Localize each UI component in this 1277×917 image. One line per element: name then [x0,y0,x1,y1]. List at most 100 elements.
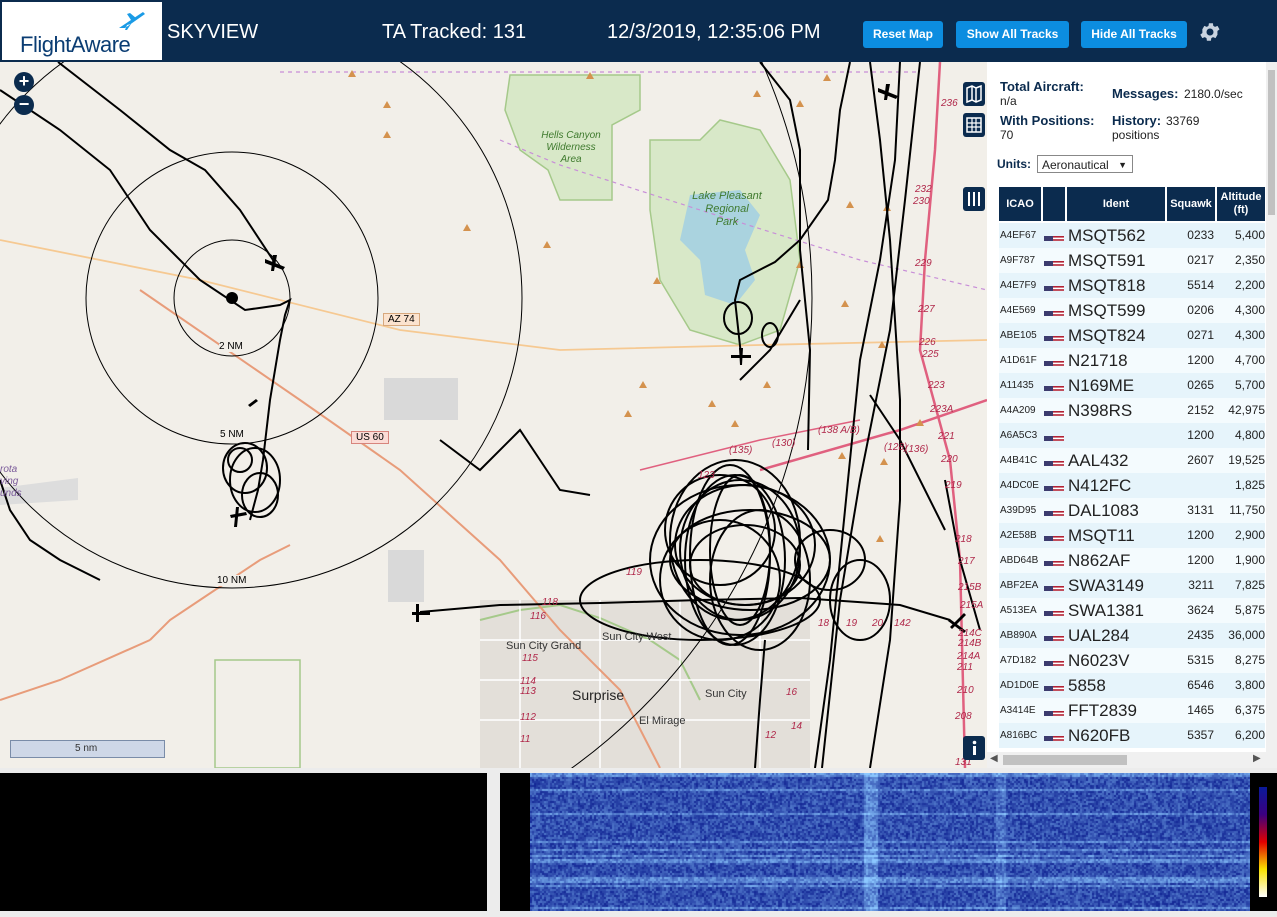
scroll-left-icon[interactable]: ◀ [990,753,998,764]
panel-vertical-scrollbar[interactable] [1266,62,1277,752]
altitude-cell: 7,825 [1234,578,1265,592]
table-row[interactable]: A1D61F N21718 1200 4,700 [999,348,1265,373]
squawk-cell: 5315 [1187,653,1214,667]
altitude-cell: 2,900 [1234,528,1265,542]
us-flag-icon [1044,605,1066,616]
flightaware-logo[interactable]: FlightAware [2,2,162,60]
icao-cell: A4DC0E [1000,480,1039,491]
us-flag-icon [1044,380,1066,391]
table-row[interactable]: A3414E FFT2839 1465 6,375 [999,698,1265,723]
table-row[interactable]: ABD64B N862AF 1200 1,900 [999,548,1265,573]
icao-cell: A7D182 [1000,655,1037,666]
tracked-count: TA Tracked: 131 [382,21,527,43]
grid-icon [966,117,982,133]
table-row[interactable]: A4E7F9 MSQT818 5514 2,200 [999,273,1265,298]
icao-cell: ABF2EA [1000,580,1039,591]
table-row[interactable]: A7D182 N6023V 5315 8,275 [999,648,1265,673]
altitude-cell: 4,300 [1234,303,1265,317]
gear-icon[interactable] [1198,20,1222,44]
grid-toggle-button[interactable] [963,113,985,137]
messages-value: 2180.0/sec [1184,87,1243,101]
table-row[interactable]: A513EA SWA1381 3624 5,875 [999,598,1265,623]
bottom-panel [0,768,1277,917]
icao-cell: A1D61F [1000,355,1037,366]
ident-cell: MSQT818 [1068,276,1146,295]
map-view[interactable]: Hells Canyon Wilderness Area Lake Pleasant… [0,62,987,768]
aircraft-panel: Total Aircraft: n/a With Positions: 70 M… [987,62,1277,768]
table-row[interactable]: A4A209 N398RS 2152 42,975 [999,398,1265,423]
panel-horizontal-scrollbar[interactable]: ◀ ▶ [987,752,1277,768]
table-row[interactable]: A2E58B MSQT11 1200 2,900 [999,523,1265,548]
us-flag-icon [1044,530,1066,541]
icao-cell: A4EF67 [1000,230,1037,241]
icao-cell: A11435 [1000,380,1034,391]
us-flag-icon [1044,705,1066,716]
col-header-squawk[interactable]: Squawk [1167,187,1215,221]
us-flag-icon [1044,655,1066,666]
reset-map-button[interactable]: Reset Map [863,21,943,48]
zoom-in-button[interactable]: + [14,72,34,92]
table-row[interactable]: A4B41C AAL432 2607 19,525 [999,448,1265,473]
table-row[interactable]: A816BC N620FB 5357 6,200 [999,723,1265,748]
map-layers-button[interactable] [963,82,985,106]
header-bar: FlightAware SKYVIEW TA Tracked: 131 12/3… [0,0,1277,62]
altitude-cell: 4,800 [1234,428,1265,442]
squawk-cell [1167,473,1214,498]
altitude-cell: 19,525 [1228,453,1265,467]
info-icon [972,740,977,755]
altitude-cell: 1,900 [1234,553,1265,567]
units-select-value: Aeronautical [1042,158,1109,172]
icao-cell: AB890A [1000,630,1037,641]
altitude-cell: 8,275 [1234,653,1265,667]
table-row[interactable]: A6A5C3 1200 4,800 [999,423,1265,448]
table-row[interactable]: A39D95 DAL1083 3131 11,750 [999,498,1265,523]
col-header-icao[interactable]: ICAO [999,187,1041,221]
col-header-ident[interactable]: Ident [1067,187,1165,221]
map-icon [966,84,982,104]
waterfall-spectrogram [530,773,1250,911]
squawk-cell: 0233 [1187,228,1214,242]
squawk-cell: 3211 [1188,578,1214,592]
table-row[interactable]: AB890A UAL284 2435 36,000 [999,623,1265,648]
table-row[interactable]: A4DC0E N412FC 1,825 [999,473,1265,498]
icao-cell: A4E7F9 [1000,280,1037,291]
columns-toggle-button[interactable] [963,187,985,211]
table-row[interactable]: A4EF67 MSQT562 0233 5,400 [999,223,1265,248]
squawk-cell: 1200 [1187,528,1214,542]
history-label: History: [1112,113,1162,128]
us-flag-icon [1044,255,1066,266]
hide-all-tracks-button[interactable]: Hide All Tracks [1081,21,1187,48]
app-title: SKYVIEW [167,21,259,43]
table-row[interactable]: ABE105 MSQT824 0271 4,300 [999,323,1265,348]
total-aircraft-value: n/a [1000,94,1017,108]
icao-cell: A4E569 [1000,305,1036,316]
units-label: Units: [997,157,1031,171]
units-select[interactable]: Aeronautical ▼ [1037,155,1133,173]
col-header-altitude[interactable]: Altitude (ft) [1217,187,1265,221]
squawk-cell: 0217 [1187,253,1214,267]
exit-labels: 236 232 230 229 227 226 225 223 223A 221… [520,98,984,768]
icao-cell: A3414E [1000,705,1036,716]
scroll-right-icon[interactable]: ▶ [1253,753,1261,764]
altitude-cell: 3,800 [1234,678,1265,692]
ident-cell: DAL1083 [1068,501,1139,520]
squawk-cell: 1200 [1187,553,1214,567]
icao-cell: AD1D0E [1000,680,1039,691]
icao-cell: ABD64B [1000,555,1039,566]
table-row[interactable]: A11435 N169ME 0265 5,700 [999,373,1265,398]
ident-cell: N398RS [1068,401,1133,420]
ident-cell: N6023V [1068,651,1130,670]
table-row[interactable]: A4E569 MSQT599 0206 4,300 [999,298,1265,323]
zoom-out-button[interactable]: − [14,95,34,115]
ident-cell: FFT2839 [1068,701,1137,720]
ident-cell: AAL432 [1068,451,1129,470]
show-all-tracks-button[interactable]: Show All Tracks [956,21,1069,48]
col-header-flag[interactable] [1043,187,1065,221]
squawk-cell: 3131 [1187,503,1214,517]
table-row[interactable]: ABF2EA SWA3149 3211 7,825 [999,573,1265,598]
dropdown-arrow-icon: ▼ [1118,160,1127,170]
table-row[interactable]: AD1D0E 5858 6546 3,800 [999,673,1265,698]
ident-cell: N620FB [1068,726,1131,745]
info-button[interactable] [963,736,985,760]
table-row[interactable]: A9F787 MSQT591 0217 2,350 [999,248,1265,273]
